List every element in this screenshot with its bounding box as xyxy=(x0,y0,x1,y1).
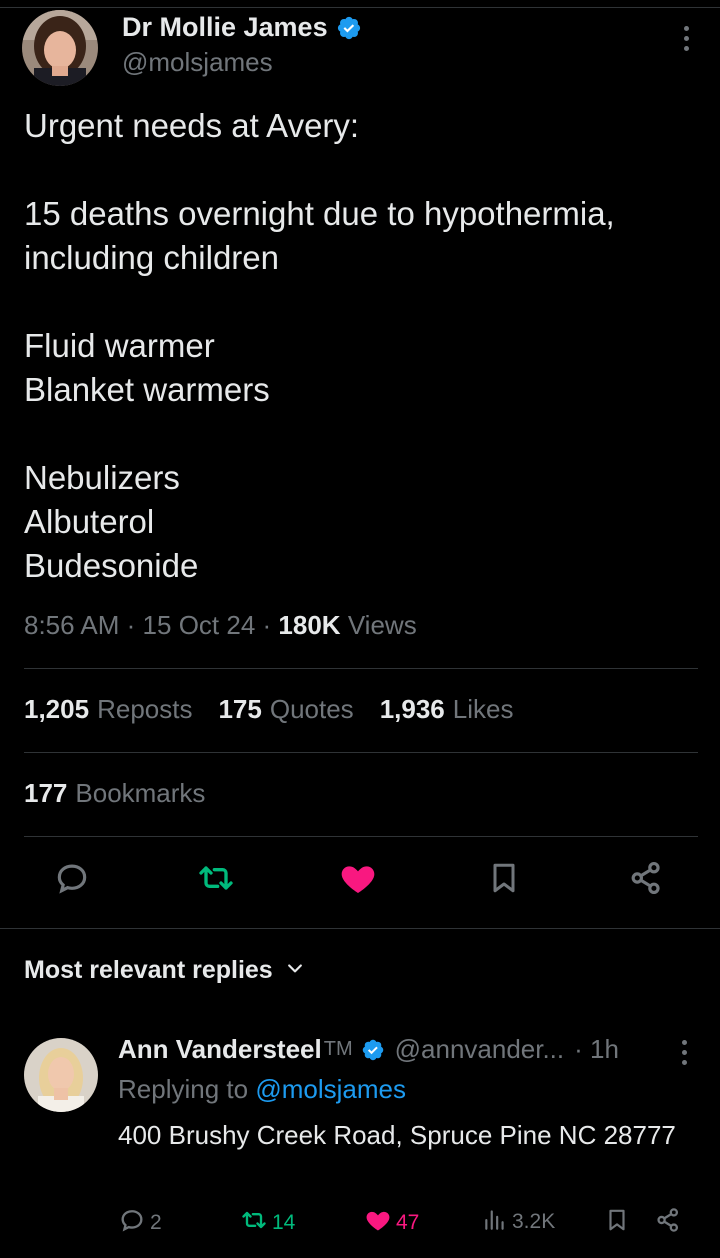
bookmarks-label: Bookmarks xyxy=(75,778,206,808)
reply-replies-count: 2 xyxy=(150,1211,162,1234)
reply-bookmark-button[interactable] xyxy=(604,1206,630,1240)
views-count: 180K xyxy=(278,610,341,640)
replies-sort-label: Most relevant replies xyxy=(24,956,273,984)
reply-author-name[interactable]: Ann Vandersteel xyxy=(118,1034,322,1065)
reply-reposts-count: 14 xyxy=(272,1211,296,1234)
views-label: Views xyxy=(347,610,417,640)
tweet-text: Urgent needs at Avery: 15 deaths overnig… xyxy=(24,107,615,584)
engagement-stats: 1,205 Reposts 175 Quotes 1,936 Likes xyxy=(24,694,513,725)
quotes-count: 175 xyxy=(218,694,262,724)
repost-button[interactable] xyxy=(194,858,238,902)
verified-badge-icon[interactable] xyxy=(361,1038,385,1062)
author-handle[interactable]: @molsjames xyxy=(122,47,362,78)
verified-badge-icon[interactable] xyxy=(336,15,362,41)
author-name[interactable]: Dr Mollie James xyxy=(122,12,328,43)
likes-count: 1,936 xyxy=(379,694,445,724)
tweet-action-bar xyxy=(0,858,720,908)
bookmarks-count: 177 xyxy=(24,778,68,808)
views-icon xyxy=(482,1206,508,1238)
likes-label: Likes xyxy=(452,694,514,724)
tweet-author: Dr Mollie James @molsjames xyxy=(122,12,362,78)
reply-share-button[interactable] xyxy=(654,1206,682,1240)
reply-views-button[interactable]: 3.2K xyxy=(482,1206,555,1238)
chevron-down-icon xyxy=(285,956,305,985)
meta-separator: · xyxy=(262,610,272,640)
reply-icon xyxy=(53,859,91,902)
bookmarks-stat[interactable]: 177 Bookmarks xyxy=(24,778,205,809)
tweet-date[interactable]: 15 Oct 24 xyxy=(143,610,256,640)
author-name-row[interactable]: Dr Mollie James xyxy=(122,12,362,43)
divider xyxy=(24,668,698,669)
reply-icon xyxy=(118,1206,146,1240)
divider xyxy=(24,836,698,837)
trademark-label: TM xyxy=(323,1038,353,1060)
reply-author-avatar[interactable] xyxy=(24,1038,98,1112)
reposts-count: 1,205 xyxy=(24,694,90,724)
reply-reply-button[interactable]: 2 xyxy=(118,1206,162,1240)
quotes-label: Quotes xyxy=(269,694,354,724)
bookmark-icon xyxy=(486,859,522,902)
reply-likes-count: 47 xyxy=(396,1211,420,1234)
reply-action-bar: 2 14 47 3.2K xyxy=(0,1206,720,1240)
repost-icon xyxy=(196,858,236,903)
likes-stat[interactable]: 1,936 Likes xyxy=(380,694,514,725)
author-avatar[interactable] xyxy=(22,10,98,86)
repost-icon xyxy=(240,1206,268,1240)
replies-sort-toggle[interactable]: Most relevant replies xyxy=(24,956,305,985)
reply-views-count: 3.2K xyxy=(512,1210,556,1233)
reposts-label: Reposts xyxy=(97,694,193,724)
replying-to: Replying to @molsjames xyxy=(118,1074,406,1105)
tweet-time[interactable]: 8:56 AM xyxy=(24,610,119,640)
more-icon[interactable] xyxy=(682,26,690,56)
bookmark-icon xyxy=(604,1206,630,1240)
reply-header: Ann Vandersteel TM @annvander... · 1h xyxy=(118,1034,619,1065)
share-icon xyxy=(654,1206,682,1240)
replying-prefix: Replying to xyxy=(118,1074,249,1104)
heart-icon xyxy=(364,1206,392,1240)
quotes-stat[interactable]: 175 Quotes xyxy=(218,694,353,725)
share-icon xyxy=(627,859,665,902)
reposts-stat[interactable]: 1,205 Reposts xyxy=(24,694,192,725)
reply-like-button[interactable]: 47 xyxy=(364,1206,419,1240)
share-button[interactable] xyxy=(624,858,668,902)
like-button[interactable] xyxy=(336,858,380,902)
reply-text: 400 Brushy Creek Road, Spruce Pine NC 28… xyxy=(118,1120,676,1150)
reply-repost-button[interactable]: 14 xyxy=(240,1206,295,1240)
tweet-meta: 8:56 AM · 15 Oct 24 · 180K Views xyxy=(24,610,417,641)
reply-author-handle[interactable]: @annvander... xyxy=(395,1034,565,1065)
replying-handle-link[interactable]: @molsjames xyxy=(255,1074,406,1104)
bookmark-button[interactable] xyxy=(482,858,526,902)
heart-icon xyxy=(338,858,378,903)
reply-button[interactable] xyxy=(50,858,94,902)
section-divider xyxy=(0,928,720,929)
top-divider xyxy=(0,0,720,8)
more-icon[interactable] xyxy=(680,1040,688,1070)
reply-time[interactable]: · 1h xyxy=(574,1034,619,1065)
meta-separator: · xyxy=(126,610,136,640)
divider xyxy=(24,752,698,753)
